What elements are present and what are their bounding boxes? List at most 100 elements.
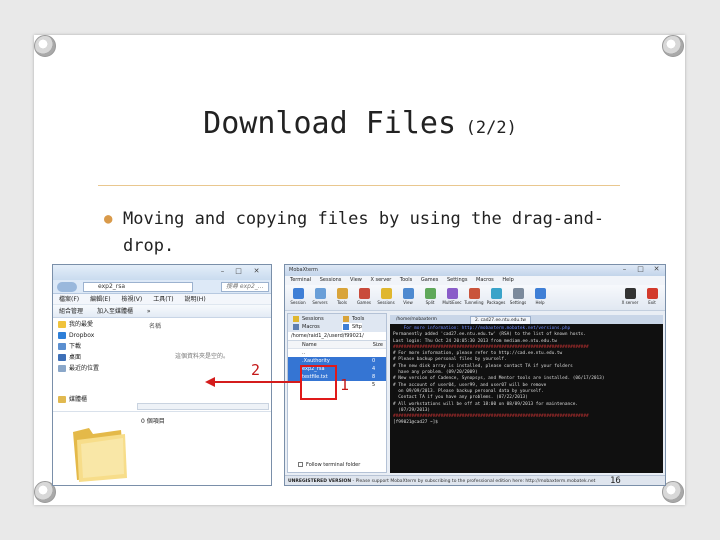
follow-terminal-checkbox[interactable]: Follow terminal folder [298, 462, 360, 468]
tab-sftp[interactable]: Sftp [342, 323, 362, 331]
nav-item-dropbox[interactable]: Dropbox [55, 330, 135, 341]
close-icon[interactable]: ✕ [651, 265, 662, 274]
minimize-icon[interactable]: – [217, 267, 228, 276]
mobaxterm-window: MobaXterm – □ ✕ Terminal Sessions View X… [284, 264, 666, 486]
session-button[interactable]: Session [287, 287, 309, 309]
nav-item-downloads[interactable]: 下載 [55, 341, 135, 352]
menu-games[interactable]: Games [421, 277, 439, 283]
star-icon [380, 288, 392, 299]
multiexec-button[interactable]: MultiExec [441, 287, 463, 309]
help-button[interactable]: Help [529, 287, 551, 309]
view-button[interactable]: View [397, 287, 419, 309]
menu-settings[interactable]: Settings [447, 277, 468, 283]
bullet-point: ● Moving and copying files by using the … [104, 206, 624, 260]
bullet-dot-icon: ● [104, 211, 113, 227]
power-icon [646, 288, 658, 299]
tab-tools[interactable]: Tools [342, 315, 364, 323]
games-icon [358, 288, 370, 299]
status-bar: UNREGISTERED VERSION - Please support Mo… [285, 475, 665, 485]
minimize-icon[interactable]: – [619, 265, 630, 274]
item-count: 0 個項目 [141, 418, 165, 425]
drag-arrow [213, 381, 300, 383]
nav-item-desktop[interactable]: 桌面 [55, 352, 135, 363]
slide-title-suffix: (2/2) [465, 118, 517, 138]
tools-icon [336, 288, 348, 299]
horizontal-scrollbar[interactable] [137, 403, 269, 410]
address-path[interactable]: exp2_rsa [83, 282, 193, 292]
session-icon [292, 288, 304, 299]
servers-button[interactable]: Servers [309, 287, 331, 309]
search-input[interactable]: 搜尋 exp2_... [221, 282, 269, 292]
servers-icon [314, 288, 326, 299]
mobaxterm-titlebar: MobaXterm – □ ✕ [285, 265, 665, 276]
menu-edit[interactable]: 編輯(E) [90, 296, 110, 303]
column-header-size[interactable]: Size [373, 341, 383, 349]
exit-button[interactable]: Exit [641, 287, 663, 309]
file-row[interactable]: .. [288, 349, 386, 357]
menu-terminal[interactable]: Terminal [290, 277, 311, 283]
menu-tools[interactable]: 工具(T) [153, 296, 173, 303]
menu-macros[interactable]: Macros [476, 277, 494, 283]
tab-remote-session[interactable]: 2. cad27.ee.ntu.edu.tw [470, 316, 531, 324]
menu-help[interactable]: Help [502, 277, 513, 283]
nav-item-favorites[interactable]: 我的最愛 [55, 319, 135, 330]
terminal-line: [f99021@cad27 ~]$ [393, 420, 441, 426]
desktop-icon [58, 354, 66, 361]
add-to-library-button[interactable]: 加入至媒體櫃 [97, 308, 133, 315]
menu-view[interactable]: 檢視(V) [121, 296, 142, 303]
star-icon [58, 321, 66, 328]
nav-item-recent[interactable]: 最近的位置 [55, 363, 135, 374]
tab-macros[interactable]: Macros [292, 323, 320, 331]
column-header-name[interactable]: Name [302, 342, 317, 348]
menu-view[interactable]: View [350, 277, 362, 283]
tab-local-terminal[interactable]: /home/mobaxterm [392, 316, 441, 324]
terminal-output: For more information: http://mobaxterm.m… [393, 326, 660, 427]
close-icon[interactable]: ✕ [251, 267, 262, 276]
file-row[interactable]: .Xauthority 0 [288, 357, 386, 365]
multiexec-icon [446, 288, 458, 299]
status-text[interactable]: - Please support MobaXterm by subscribin… [351, 479, 596, 484]
xserver-button[interactable]: X server [619, 287, 641, 309]
slide-title-main: Download Files [203, 106, 457, 141]
empty-folder-text: 這個資料夾是空的。 [175, 353, 230, 360]
menu-sessions[interactable]: Sessions [320, 277, 342, 283]
back-forward-icon[interactable] [57, 282, 77, 292]
menu-file[interactable]: 檔案(F) [59, 296, 79, 303]
maximize-icon[interactable]: □ [635, 265, 646, 274]
packages-button[interactable]: Packages [485, 287, 507, 309]
games-button[interactable]: Games [353, 287, 375, 309]
dropbox-icon [58, 332, 66, 339]
settings-button[interactable]: Settings [507, 287, 529, 309]
menu-help[interactable]: 說明(H) [184, 296, 205, 303]
file-list-header: Name Size [288, 341, 386, 349]
tools-icon [343, 316, 349, 322]
sidebar-tabs: Sessions Tools Macros Sftp [288, 314, 386, 332]
mobaxterm-title: MobaXterm [289, 267, 318, 273]
menu-tools[interactable]: Tools [400, 277, 412, 283]
split-button[interactable]: Split [419, 287, 441, 309]
gear-icon [512, 288, 524, 299]
slide-title: Download Files (2/2) [0, 106, 720, 141]
menu-xserver[interactable]: X server [370, 277, 391, 283]
organize-button[interactable]: 組合管理 [59, 308, 83, 315]
terminal-pane[interactable]: /home/mobaxterm 2. cad27.ee.ntu.edu.tw F… [390, 315, 663, 473]
sessions-button[interactable]: Sessions [375, 287, 397, 309]
column-header-name[interactable]: 名稱 [149, 321, 161, 330]
checkbox-icon [298, 462, 303, 467]
maximize-icon[interactable]: □ [233, 267, 244, 276]
explorer-window: – □ ✕ exp2_rsa 搜尋 exp2_... 檔案(F) 編輯(E) 檢… [52, 264, 272, 486]
explorer-titlebar: – □ ✕ [53, 265, 271, 280]
unregistered-label: UNREGISTERED VERSION [288, 479, 352, 484]
drag-selection-highlight [300, 365, 337, 400]
star-icon [293, 316, 299, 322]
mobaxterm-menubar: Terminal Sessions View X server Tools Ga… [285, 276, 665, 285]
more-commands-button[interactable]: » [147, 308, 151, 315]
explorer-menubar: 檔案(F) 編輯(E) 檢視(V) 工具(T) 說明(H) [53, 294, 271, 305]
nav-item-libraries[interactable]: 媒體櫃 [55, 394, 135, 405]
tab-sessions[interactable]: Sessions [292, 315, 324, 323]
tunneling-button[interactable]: Tunneling [463, 287, 485, 309]
remote-path-field[interactable]: /home/raid1_2/userd/f99021/ [288, 332, 386, 341]
page-number: 16 [610, 476, 621, 486]
corner-bolt-icon [34, 35, 56, 57]
tools-button[interactable]: Tools [331, 287, 353, 309]
